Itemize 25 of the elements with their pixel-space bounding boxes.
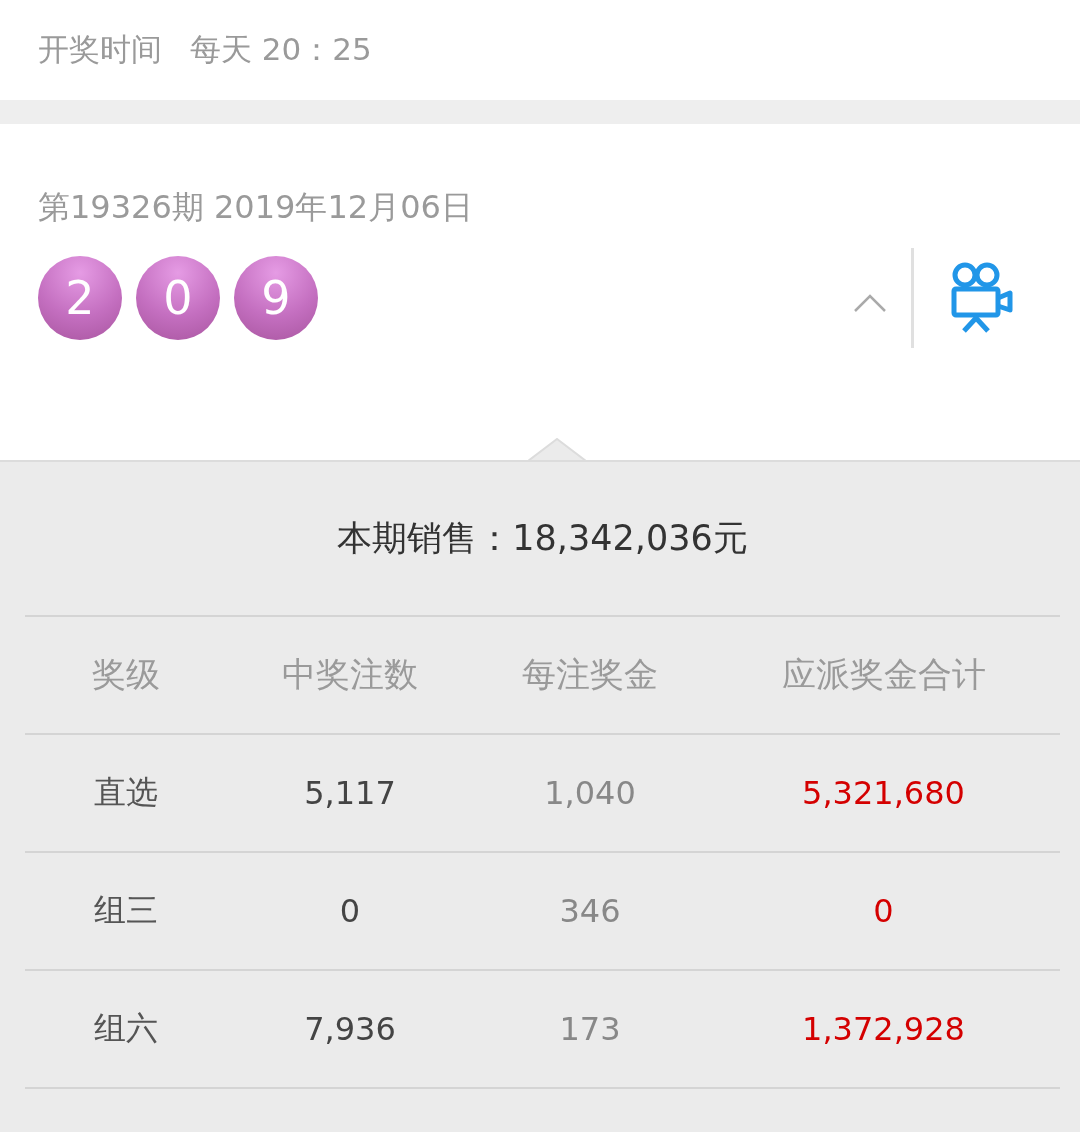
table-cell: 1,040 (544, 774, 636, 812)
table-cell-text: 直选 (94, 772, 158, 813)
number-ball: 9 (234, 256, 318, 340)
table-cell: 0 (339, 892, 361, 930)
issue-date: 第19326期 2019年12月06日 (38, 187, 474, 228)
table-cell: 173 (559, 1010, 621, 1048)
table-cell: 1,372,928 (802, 1010, 965, 1048)
table-cell: 7,936 (304, 1010, 396, 1048)
sales-total: 本期销售：18,342,036元 (25, 462, 1060, 617)
chevron-up-icon[interactable] (853, 293, 887, 313)
column-header: 每注奖金 (522, 653, 658, 696)
table-cell: 346 (559, 892, 621, 930)
number-ball: 0 (136, 256, 220, 340)
table-cell-text: 组六 (94, 1008, 158, 1049)
column-header: 应派奖金合计 (781, 653, 986, 696)
video-camera-icon[interactable] (950, 262, 1014, 334)
column-header: 奖级 (92, 653, 160, 696)
column-header: 中奖注数 (282, 653, 418, 696)
draw-time-label: 开奖时间 (38, 30, 162, 69)
table-cell: 5,117 (304, 774, 396, 812)
draw-time-value: 每天 20：25 (190, 30, 372, 69)
table-cell: 0 (873, 892, 894, 930)
table-cell-text: 组三 (94, 890, 158, 931)
table-cell: 5,321,680 (802, 774, 965, 812)
number-ball: 2 (38, 256, 122, 340)
